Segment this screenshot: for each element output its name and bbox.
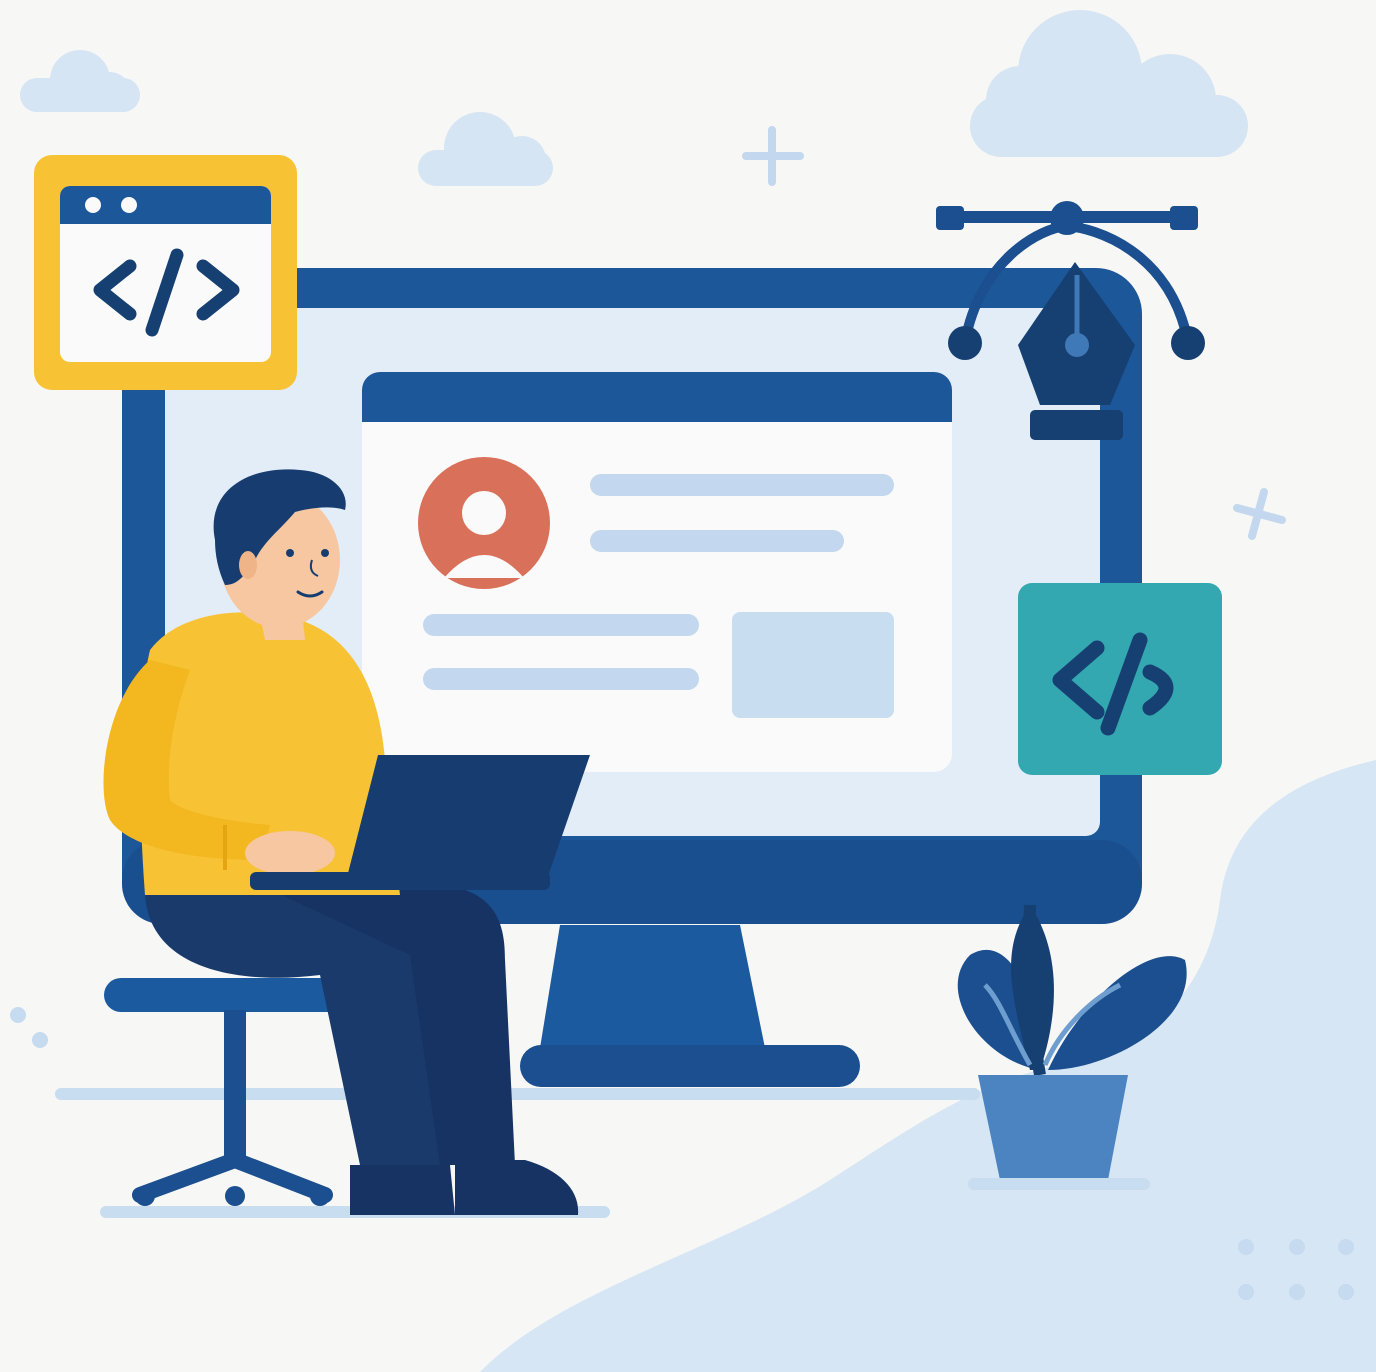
floor-line [55,1088,980,1100]
code-tag-icon [1018,583,1222,775]
browser-window [362,372,952,772]
cloud-icon [418,112,553,186]
sparkle-plus-icon [742,126,804,186]
cloud-icon [20,50,140,112]
image-placeholder [732,612,894,718]
user-avatar-icon [418,457,550,589]
code-window-icon [34,155,297,390]
text-placeholder-line [423,668,699,690]
cloud-icon [970,10,1248,157]
developer-illustration: </> </> [10,10,1376,1372]
sparkle-plus-icon [1233,488,1286,540]
text-placeholder-line [590,530,844,552]
text-placeholder-line [423,614,699,636]
text-placeholder-line [590,474,894,496]
